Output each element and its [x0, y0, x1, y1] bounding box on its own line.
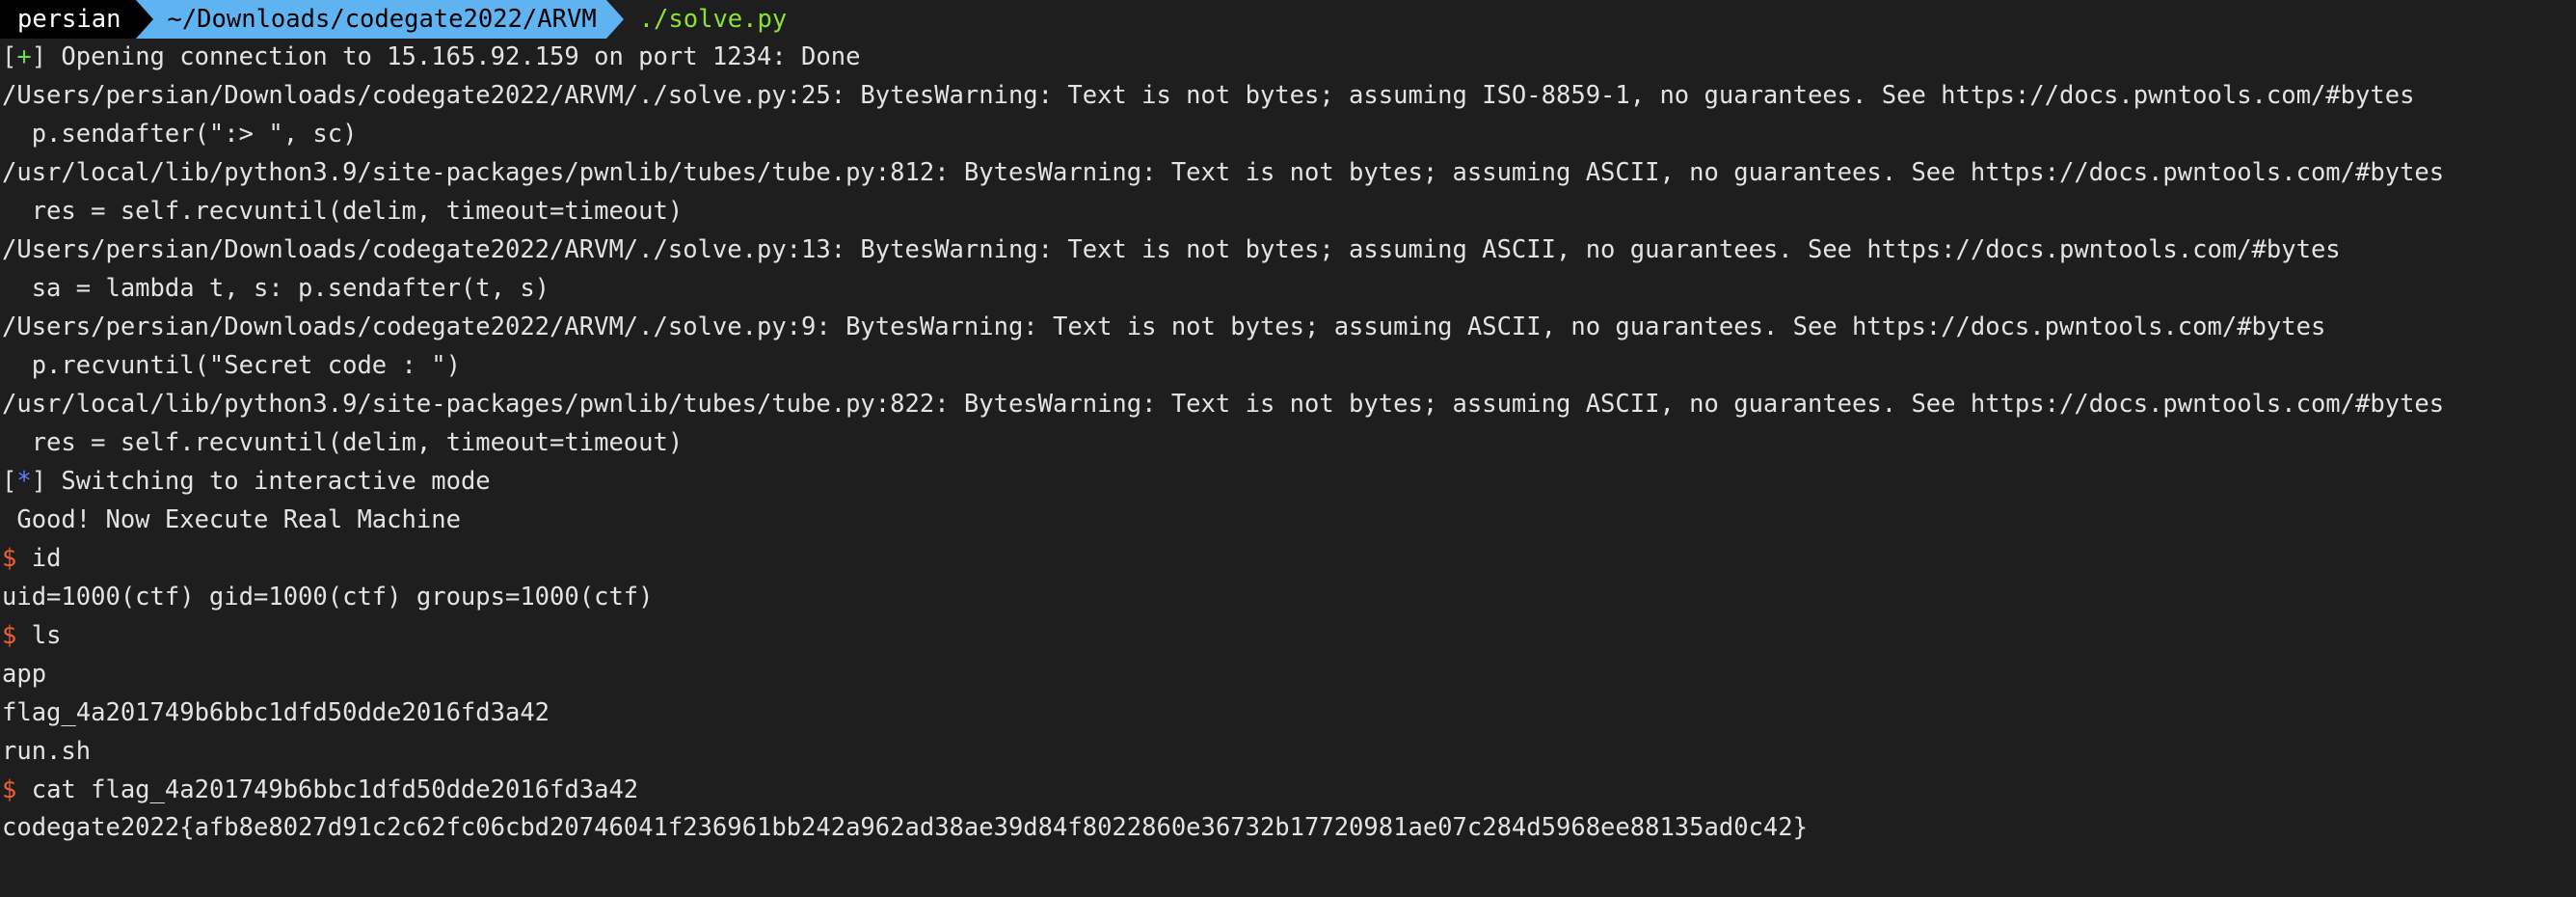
dollar-prompt: $ [2, 621, 17, 650]
command-line-ls: $ ls [2, 616, 61, 655]
file-entry-app: app [2, 660, 47, 689]
bracket-open: [ [2, 467, 17, 496]
dollar-prompt: $ [2, 775, 17, 804]
dollar-prompt: $ [2, 544, 17, 573]
command-text: id [16, 544, 62, 573]
prompt-path: ~/Downloads/codegate2022/ARVM [153, 0, 606, 39]
output-line-id: uid=1000(ctf) gid=1000(ctf) groups=1000(… [2, 583, 654, 612]
bracket-close: ] [31, 467, 47, 496]
prompt-user: persian [0, 0, 137, 39]
terminal-window[interactable]: persian ~/Downloads/codegate2022/ARVM ./so… [0, 0, 2576, 847]
output-line-warning: /usr/local/lib/python3.9/site-packages/p… [2, 390, 2445, 419]
output-line-interactive: [*] Switching to interactive mode [2, 462, 491, 501]
interactive-text: Switching to interactive mode [46, 467, 491, 496]
output-line-source: res = self.recvuntil(delim, timeout=time… [2, 197, 684, 226]
output-line-warning: /Users/persian/Downloads/codegate2022/AR… [2, 313, 2326, 341]
output-line-source: sa = lambda t, s: p.sendafter(t, s) [2, 274, 550, 303]
info-mark: * [16, 467, 32, 496]
output-line-source: p.recvuntil("Secret code : ") [2, 351, 461, 380]
file-entry-flag: flag_4a201749b6bbc1dfd50dde2016fd3a42 [2, 698, 550, 727]
output-line-warning: /Users/persian/Downloads/codegate2022/AR… [2, 81, 2415, 110]
bracket-open: [ [2, 42, 17, 71]
output-line-message: Good! Now Execute Real Machine [2, 505, 461, 534]
command-line-cat: $ cat flag_4a201749b6bbc1dfd50dde2016fd3… [2, 771, 638, 809]
output-line-warning: /usr/local/lib/python3.9/site-packages/p… [2, 158, 2445, 187]
command-text: cat flag_4a201749b6bbc1dfd50dde2016fd3a4… [16, 775, 639, 804]
output-line-source: p.sendafter(":> ", sc) [2, 120, 358, 149]
prompt-command: ./solve.py [638, 5, 788, 34]
command-line-id: $ id [2, 539, 61, 578]
output-line-flag: codegate2022{afb8e8027d91c2c62fc06cbd207… [2, 813, 1808, 842]
output-line-connection: [+] Opening connection to 15.165.92.159 … [2, 38, 860, 76]
file-entry-run: run.sh [2, 737, 92, 766]
prompt-separator-arrow-icon [136, 0, 154, 39]
prompt-end-arrow-icon [605, 0, 624, 39]
success-mark: + [16, 42, 32, 71]
command-text: ls [16, 621, 62, 650]
connection-text: Opening connection to 15.165.92.159 on p… [46, 42, 861, 71]
bracket-close: ] [31, 42, 47, 71]
output-line-warning: /Users/persian/Downloads/codegate2022/AR… [2, 235, 2341, 264]
shell-prompt: persian ~/Downloads/codegate2022/ARVM ./so… [0, 0, 787, 39]
output-line-source: res = self.recvuntil(delim, timeout=time… [2, 428, 684, 457]
